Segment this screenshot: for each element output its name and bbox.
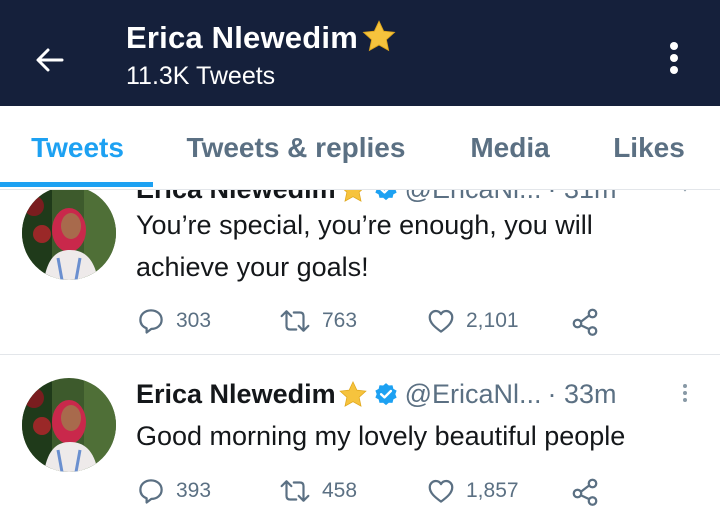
reply-icon <box>139 479 163 504</box>
share-button[interactable] <box>570 304 600 338</box>
header-title-block: Erica Nlewedim 11.3K Tweets <box>126 20 398 91</box>
tweet-text-line: Good morning my lovely beautiful people <box>136 421 626 451</box>
tab-tweets-and-replies[interactable]: Tweets & replies <box>165 106 427 190</box>
share-button[interactable] <box>570 474 600 508</box>
profile-tabs: Tweets Tweets & replies Media Likes <box>0 106 720 190</box>
tweet-text-line: You’re special, you’re enough, you will <box>136 210 593 240</box>
verified-badge-icon <box>374 382 397 405</box>
tweet-text: You’re special, you’re enough, you will … <box>136 204 696 288</box>
reply-button[interactable]: 393 <box>136 474 211 508</box>
tab-tweets[interactable]: Tweets <box>0 106 155 190</box>
tweet-actions: 303 763 2,101 <box>136 304 616 338</box>
page-title: Erica Nlewedim <box>126 20 358 55</box>
more-options-button[interactable] <box>656 36 692 80</box>
heart-icon <box>428 479 454 503</box>
retweet-icon <box>280 480 310 502</box>
tweet-text: Good morning my lovely beautiful people <box>136 415 696 457</box>
reply-count: 393 <box>176 479 212 502</box>
share-icon <box>572 478 598 506</box>
star-icon <box>362 20 396 52</box>
tweet-text-line: achieve your goals! <box>136 252 369 282</box>
tweet-item[interactable]: Erica Nlewedim @EricaNl... · 33m Good mo… <box>0 355 720 527</box>
like-count: 2,101 <box>466 309 519 332</box>
reply-icon <box>139 309 163 334</box>
heart-icon <box>428 309 454 333</box>
avatar[interactable] <box>22 378 116 472</box>
tab-media[interactable]: Media <box>450 106 570 190</box>
reply-button[interactable]: 303 <box>136 304 211 338</box>
star-icon <box>338 380 367 407</box>
tweet-author[interactable]: Erica Nlewedim <box>136 379 336 410</box>
back-button[interactable] <box>30 40 70 80</box>
tweet-time: · 33m <box>547 379 617 409</box>
retweet-button[interactable]: 458 <box>278 474 357 508</box>
more-vertical-small-icon[interactable] <box>678 383 692 403</box>
tab-likes[interactable]: Likes <box>596 106 702 190</box>
tweet-meta: Erica Nlewedim @EricaNl... · 33m <box>136 379 617 410</box>
retweet-button[interactable]: 763 <box>278 304 357 338</box>
like-button[interactable]: 1,857 <box>426 474 519 508</box>
like-count: 1,857 <box>466 479 519 502</box>
more-vertical-icon <box>670 42 678 74</box>
retweet-count: 458 <box>322 479 358 502</box>
tweet-actions: 393 458 1,857 <box>136 474 616 508</box>
reply-count: 303 <box>176 309 212 332</box>
like-button[interactable]: 2,101 <box>426 304 519 338</box>
profile-header: Erica Nlewedim 11.3K Tweets <box>0 0 720 106</box>
active-tab-indicator <box>0 182 153 187</box>
tweet-count: 11.3K Tweets <box>126 62 276 90</box>
retweet-count: 763 <box>322 309 358 332</box>
retweet-icon <box>280 310 310 332</box>
tweet-handle: @EricaNl... <box>404 379 542 409</box>
share-icon <box>572 308 598 336</box>
arrow-left-icon <box>36 48 64 72</box>
avatar[interactable] <box>22 186 116 280</box>
